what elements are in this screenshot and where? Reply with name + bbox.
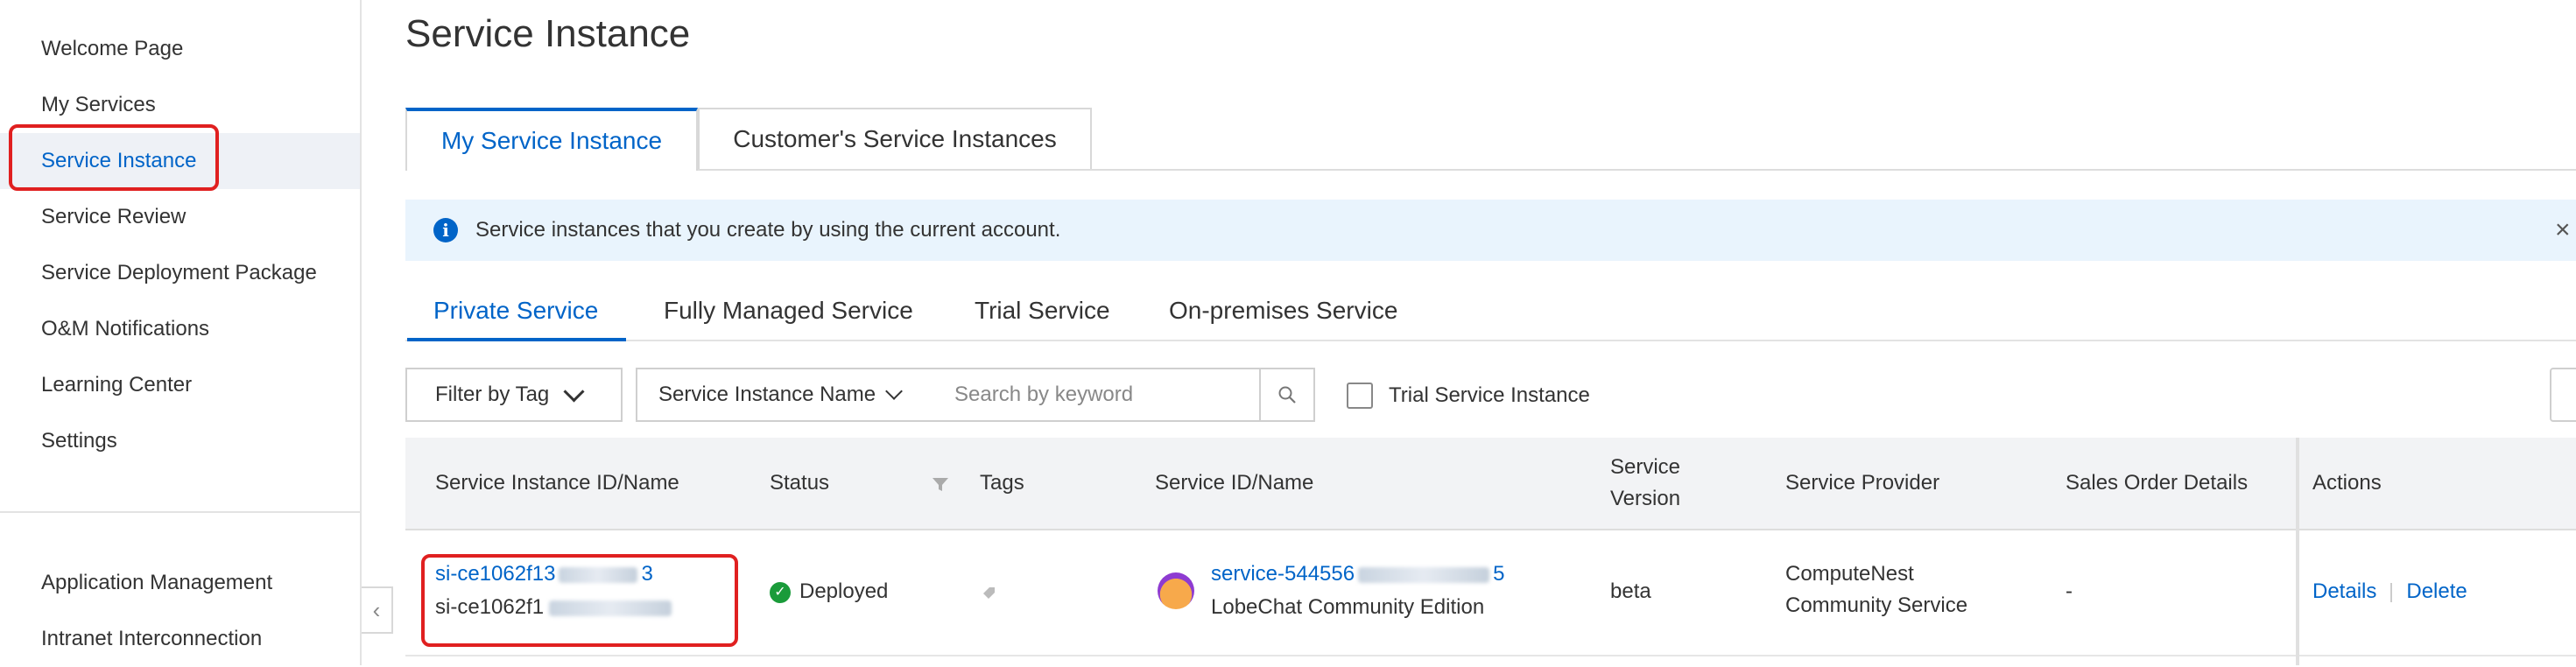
redacted-text xyxy=(1358,566,1490,583)
refresh-button[interactable] xyxy=(2550,368,2576,422)
row-actions: Details Delete xyxy=(2312,576,2467,607)
service-version: beta xyxy=(1610,579,1651,603)
sidebar-item-om-notifications[interactable]: O&M Notifications xyxy=(0,301,360,357)
sidebar-item-intranet-interconnection[interactable]: Intranet Interconnection xyxy=(0,611,360,667)
column-header-version-line2: Version xyxy=(1610,487,1681,510)
sidebar: Welcome Page My Services Service Instanc… xyxy=(0,0,362,665)
info-icon: i xyxy=(433,218,458,242)
tab-trial-service[interactable]: Trial Service xyxy=(975,282,1110,340)
info-text: Service instances that you create by usi… xyxy=(475,218,1061,242)
tab-private-service[interactable]: Private Service xyxy=(406,282,627,341)
service-logo-icon xyxy=(1158,572,1194,609)
action-separator xyxy=(2390,582,2393,602)
chevron-left-icon: ‹ xyxy=(372,596,381,623)
column-header-sales: Sales Order Details xyxy=(2066,471,2249,495)
service-provider-line1: ComputeNest xyxy=(1785,562,1914,586)
sidebar-item-welcome-page[interactable]: Welcome Page xyxy=(0,21,360,77)
tag-edit-icon[interactable] xyxy=(980,583,999,602)
column-header-version: Service Version xyxy=(1610,452,1680,515)
tab-fully-managed-service[interactable]: Fully Managed Service xyxy=(664,282,913,340)
trial-service-instance-checkbox[interactable] xyxy=(1347,383,1373,409)
column-header-actions: Actions xyxy=(2312,471,2382,495)
sidebar-collapse-button[interactable]: ‹ xyxy=(362,586,393,634)
column-header-status: Status xyxy=(770,471,830,495)
filter-icon[interactable] xyxy=(931,474,950,494)
search-input[interactable] xyxy=(933,368,1261,422)
service-id-link[interactable]: service-544556 5 xyxy=(1211,558,1504,590)
column-header-version-line1: Service xyxy=(1610,455,1681,479)
sidebar-divider xyxy=(0,511,360,513)
tab-customers-service-instances[interactable]: Customer's Service Instances xyxy=(698,108,1092,169)
details-link[interactable]: Details xyxy=(2312,579,2376,603)
filter-by-tag-label: Filter by Tag xyxy=(435,383,550,406)
chevron-down-icon xyxy=(885,383,904,400)
table-header: Service Instance ID/Name Status Tags Ser… xyxy=(405,438,2576,530)
column-header-tags: Tags xyxy=(980,471,1024,495)
sidebar-item-learning-center[interactable]: Learning Center xyxy=(0,357,360,413)
sidebar-item-service-review[interactable]: Service Review xyxy=(0,189,360,245)
fixed-column-divider xyxy=(2296,438,2299,665)
status-badge: ✓ Deployed xyxy=(770,576,888,607)
service-provider-line2: Community Service xyxy=(1785,593,1968,617)
sales-order-details: - xyxy=(2066,579,2073,603)
sidebar-item-settings[interactable]: Settings xyxy=(0,413,360,469)
tab-on-premises-service[interactable]: On-premises Service xyxy=(1169,282,1397,340)
service-name: LobeChat Community Edition xyxy=(1211,595,1485,619)
sidebar-item-service-deployment-package[interactable]: Service Deployment Package xyxy=(0,245,360,301)
search-icon xyxy=(1278,386,1296,404)
tabs: My Service Instance Customer's Service I… xyxy=(405,108,2576,171)
search-field-select[interactable]: Service Instance Name xyxy=(636,368,935,422)
status-text: Deployed xyxy=(799,579,889,603)
info-banner: i Service instances that you create by u… xyxy=(405,200,2576,261)
page-title: Service Instance xyxy=(405,12,691,55)
service-provider: ComputeNest Community Service xyxy=(1785,558,1967,621)
highlight-annotation-instance xyxy=(421,554,738,647)
search-field-select-label: Service Instance Name xyxy=(658,383,876,406)
filter-by-tag-button[interactable]: Filter by Tag xyxy=(405,368,623,422)
column-header-provider: Service Provider xyxy=(1785,471,1940,495)
tab-my-service-instance[interactable]: My Service Instance xyxy=(405,108,698,171)
check-circle-icon: ✓ xyxy=(770,581,791,603)
search-button[interactable] xyxy=(1259,368,1315,422)
sidebar-item-application-management[interactable]: Application Management xyxy=(0,555,360,611)
service-id-end-text[interactable]: 5 xyxy=(1493,562,1504,586)
column-header-instance: Service Instance ID/Name xyxy=(435,471,679,495)
service-id-text[interactable]: service-544556 xyxy=(1211,562,1355,586)
service-type-tabs: Private Service Fully Managed Service Tr… xyxy=(405,282,2576,341)
column-header-service: Service ID/Name xyxy=(1155,471,1314,495)
highlight-annotation-sidebar xyxy=(9,124,219,191)
delete-link[interactable]: Delete xyxy=(2406,579,2467,603)
trial-service-instance-label: Trial Service Instance xyxy=(1389,383,1590,407)
close-icon[interactable]: × xyxy=(2555,215,2576,245)
chevron-down-icon xyxy=(563,380,585,403)
